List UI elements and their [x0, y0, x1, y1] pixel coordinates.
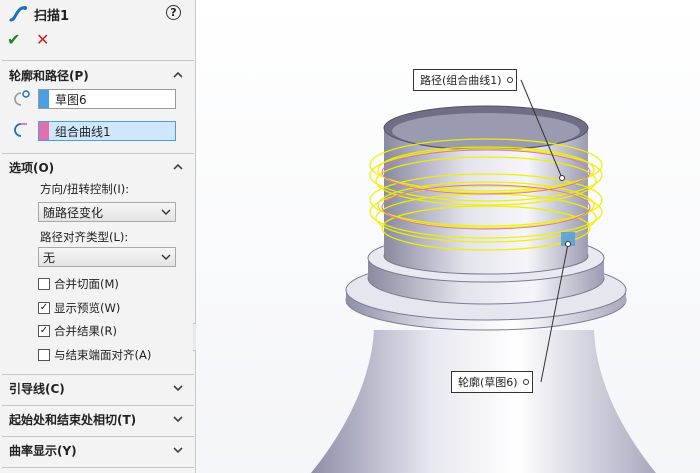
- callout-label: 轮廓(草图6): [458, 376, 518, 389]
- checkbox-label: 合并结果(R): [54, 324, 117, 338]
- divider: [2, 153, 194, 154]
- profile-value: 草图6: [55, 92, 87, 107]
- divider: [2, 467, 194, 468]
- checkbox-label: 合并切面(M): [54, 277, 119, 291]
- callout-label: 路径(组合曲线1): [420, 74, 502, 87]
- checkbox-label: 与结束端面对齐(A): [54, 348, 152, 362]
- checkbox-box[interactable]: [38, 349, 50, 361]
- sweep-feature-icon: [9, 6, 27, 22]
- chevron-down-icon[interactable]: [172, 413, 184, 425]
- chevron-up-icon[interactable]: [172, 69, 184, 81]
- callout-anchor-icon: [506, 77, 513, 83]
- section-label: 引导线(C): [9, 381, 65, 396]
- section-label: 轮廓和路径(P): [9, 68, 89, 83]
- callout-anchor-icon: [522, 379, 529, 385]
- divider: [2, 374, 194, 375]
- cancel-button[interactable]: ✕: [36, 30, 49, 49]
- panel-title: 扫描1: [34, 8, 70, 24]
- section-label: 起始处和结束处相切(T): [9, 412, 137, 427]
- path-selection-box[interactable]: 组合曲线1: [38, 121, 176, 141]
- path-value: 组合曲线1: [55, 124, 111, 139]
- show-preview-checkbox[interactable]: ✓ 显示预览(W): [38, 300, 120, 316]
- profile-icon: [14, 90, 30, 106]
- orientation-value: 随路径变化: [43, 205, 104, 220]
- section-header-profile-path[interactable]: 轮廓和路径(P): [0, 63, 196, 87]
- divider: [2, 60, 194, 61]
- alignment-label: 路径对齐类型(L):: [40, 230, 129, 244]
- leader-dot: [565, 241, 571, 247]
- section-label: 曲率显示(Y): [9, 443, 77, 458]
- chevron-down-icon: [161, 209, 171, 215]
- section-header-guide-curves[interactable]: 引导线(C): [0, 376, 196, 400]
- orientation-label: 方向/扭转控制(I):: [40, 182, 130, 196]
- graphics-viewport[interactable]: 路径(组合曲线1) 轮廓(草图6): [196, 0, 700, 473]
- orientation-dropdown[interactable]: 随路径变化: [38, 202, 176, 222]
- leader-dot: [559, 175, 565, 181]
- merge-tangent-faces-checkbox[interactable]: 合并切面(M): [38, 276, 119, 292]
- panel-header: 扫描1: [8, 4, 69, 24]
- profile-callout[interactable]: 轮廓(草图6): [451, 371, 533, 393]
- merge-result-checkbox[interactable]: ✓ 合并结果(R): [38, 323, 117, 339]
- section-header-options[interactable]: 选项(O): [0, 155, 196, 179]
- profile-color-swatch: [39, 90, 49, 108]
- alignment-value: 无: [43, 250, 56, 265]
- chevron-down-icon[interactable]: [172, 444, 184, 456]
- property-manager-panel: 扫描1 ? ✔ ✕ 轮廓和路径(P) 草图6 组合曲线1 选项(O) 方向/扭转…: [0, 0, 196, 473]
- chevron-down-icon: [161, 254, 171, 260]
- chevron-down-icon[interactable]: [172, 382, 184, 394]
- alignment-dropdown[interactable]: 无: [38, 247, 176, 267]
- chevron-up-icon[interactable]: [172, 161, 184, 173]
- align-with-end-faces-checkbox[interactable]: 与结束端面对齐(A): [38, 347, 151, 363]
- section-header-curvature-display[interactable]: 曲率显示(Y): [0, 438, 196, 462]
- path-icon: [14, 123, 27, 137]
- ok-button[interactable]: ✔: [7, 30, 20, 49]
- section-header-tangency[interactable]: 起始处和结束处相切(T): [0, 407, 196, 431]
- path-color-swatch: [39, 122, 49, 140]
- divider: [2, 436, 194, 437]
- profile-selection-box[interactable]: 草图6: [38, 89, 176, 109]
- section-label: 选项(O): [9, 160, 55, 175]
- path-callout[interactable]: 路径(组合曲线1): [413, 69, 517, 91]
- checkbox-box[interactable]: ✓: [38, 302, 50, 314]
- help-button[interactable]: ?: [166, 5, 181, 20]
- divider: [2, 405, 194, 406]
- checkbox-label: 显示预览(W): [54, 301, 121, 315]
- checkbox-box[interactable]: [38, 278, 50, 290]
- checkbox-box[interactable]: ✓: [38, 325, 50, 337]
